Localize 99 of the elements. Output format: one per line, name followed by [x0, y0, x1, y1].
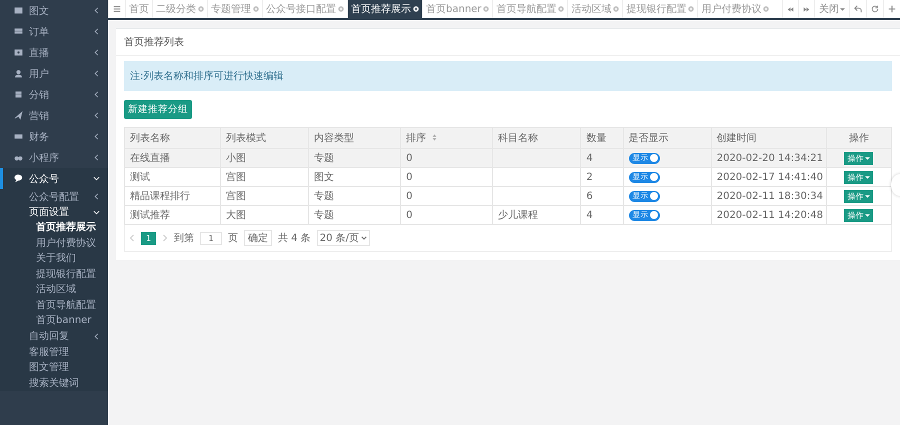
column-header: 排序 — [400, 128, 493, 148]
chevron-left-icon — [93, 91, 100, 98]
submenu-item[interactable]: 用户付费协议 — [0, 236, 108, 251]
caret-icon — [865, 212, 870, 218]
page-unit-label: 页 — [228, 232, 238, 245]
table-cell: 少儿课程 — [492, 206, 581, 224]
column-header: 数量 — [580, 128, 624, 148]
table-cell: 0 — [400, 148, 493, 168]
chevron-left-icon[interactable] — [129, 234, 135, 242]
column-header: 列表模式 — [220, 128, 309, 148]
sidebar-item[interactable]: 公众号 — [0, 168, 108, 189]
sidebar-item[interactable]: 小程序 — [0, 147, 108, 168]
action-dropdown-button[interactable]: 操作 — [844, 170, 874, 184]
table-cell: 2 — [580, 168, 624, 186]
double-left-arrow-icon — [787, 6, 794, 12]
chevron-left-icon — [93, 28, 100, 35]
submenu-item[interactable]: 图文管理 — [0, 360, 108, 375]
caret-icon — [865, 174, 870, 180]
back-icon — [854, 5, 862, 13]
chevron-left-icon — [93, 70, 100, 77]
action-dropdown-button[interactable]: 操作 — [844, 208, 874, 222]
submenu-item[interactable]: 客服管理 — [0, 344, 108, 360]
action-dropdown-button[interactable]: 操作 — [844, 152, 874, 164]
submenu-item[interactable]: 首页banner — [0, 313, 108, 328]
goto-label: 到第 — [174, 232, 194, 245]
table-cell: 4 — [580, 148, 624, 168]
caret-icon — [865, 156, 870, 160]
submenu-item[interactable]: 页面设置 — [0, 204, 108, 220]
panel-title: 首页推荐列表 — [116, 29, 900, 56]
column-header: 列表名称 — [124, 128, 220, 148]
chevron-left-icon — [93, 49, 100, 56]
column-header: 科目名称 — [492, 128, 581, 148]
table-cell: 宫图 — [220, 186, 309, 206]
table-cell: 测试推荐 — [124, 206, 220, 224]
table-cell: 小图 — [220, 148, 309, 168]
sidebar-item[interactable]: 订单 — [0, 21, 108, 42]
submenu-item[interactable]: 活动区域 — [0, 282, 108, 298]
caret-icon — [840, 6, 845, 12]
table-cell: 在线直播 — [124, 148, 220, 168]
close-icon[interactable] — [413, 6, 419, 12]
chevron-left-icon — [93, 112, 100, 119]
tab[interactable]: 公众号接口配置 — [262, 0, 347, 18]
table-cell: 大图 — [220, 206, 309, 224]
caret-icon — [865, 194, 870, 198]
chevron-right-icon[interactable] — [162, 234, 168, 242]
tab[interactable]: 二级分类 — [152, 0, 207, 18]
chevron-down-icon — [93, 175, 100, 182]
submenu-item[interactable]: 首页导航配置 — [0, 298, 108, 313]
table-cell: 2020-02-20 14:34:21 — [711, 148, 826, 168]
chevron-left-icon — [93, 133, 100, 140]
sidebar-item[interactable]: 直播 — [0, 42, 108, 63]
table-cell: 6 — [580, 186, 624, 206]
sidebar-item[interactable]: 财务 — [0, 126, 108, 147]
chevron-left-icon — [93, 7, 100, 14]
action-dropdown-button[interactable]: 操作 — [844, 190, 874, 202]
table-cell: 专题 — [308, 148, 401, 168]
page-size-select[interactable]: 20 条/页 — [316, 230, 370, 246]
tab[interactable]: 专题管理 — [207, 0, 262, 18]
column-header: 内容类型 — [308, 128, 401, 148]
sidebar-item[interactable]: 用户 — [0, 63, 108, 84]
table-cell: 2020-02-17 14:41:40 — [711, 168, 826, 186]
table-cell: 0 — [400, 206, 493, 224]
submenu-item[interactable]: 首页推荐展示 — [0, 220, 108, 236]
page-input-field[interactable]: 1 — [200, 232, 222, 244]
sort-icon[interactable] — [432, 134, 438, 141]
refresh-icon — [871, 5, 879, 13]
column-header: 是否显示 — [623, 128, 712, 148]
new-group-button[interactable]: 新建推荐分组 — [124, 100, 192, 119]
table-cell: 2020-02-11 18:30:34 — [711, 186, 826, 206]
table-cell: 精品课程排行 — [124, 186, 220, 206]
table-cell: 专题 — [308, 206, 401, 224]
table-cell: 4 — [580, 206, 624, 224]
chevron-down-icon — [361, 235, 368, 241]
confirm-button[interactable]: 确定 — [244, 230, 272, 246]
table-cell: 2020-02-11 14:20:48 — [711, 206, 826, 224]
add-icon — [888, 5, 896, 13]
submenu-item[interactable]: 搜索关键词 — [0, 375, 108, 390]
double-right-arrow-icon — [803, 6, 810, 12]
page-button[interactable]: 1 — [141, 232, 156, 244]
tab[interactable]: 首页 — [125, 0, 152, 18]
table-cell: 0 — [400, 168, 493, 186]
table-cell: 0 — [400, 186, 493, 206]
submenu-item[interactable]: 自动回复 — [0, 328, 108, 344]
sidebar-item[interactable]: 营销 — [0, 105, 108, 126]
column-header: 操作 — [826, 128, 892, 148]
sidebar-item[interactable]: 分销 — [0, 84, 108, 105]
table-cell: 测试 — [124, 168, 220, 186]
column-header: 创建时间 — [711, 128, 826, 148]
table-cell: 图文 — [308, 168, 401, 186]
submenu-item[interactable]: 公众号配置 — [0, 189, 108, 204]
notice-text: 注:列表名称和排序可进行快速编辑 — [124, 61, 892, 91]
tab[interactable]: 首页推荐展示 — [347, 0, 422, 18]
table-cell: 专题 — [308, 186, 401, 206]
submenu-item[interactable]: 关于我们 — [0, 251, 108, 266]
total-count: 共 4 条 — [278, 232, 311, 245]
submenu-item[interactable]: 提现银行配置 — [0, 266, 108, 282]
table-cell: 宫图 — [220, 168, 309, 186]
sidebar-item[interactable]: 图文 — [0, 0, 108, 21]
chevron-left-icon — [93, 154, 100, 161]
